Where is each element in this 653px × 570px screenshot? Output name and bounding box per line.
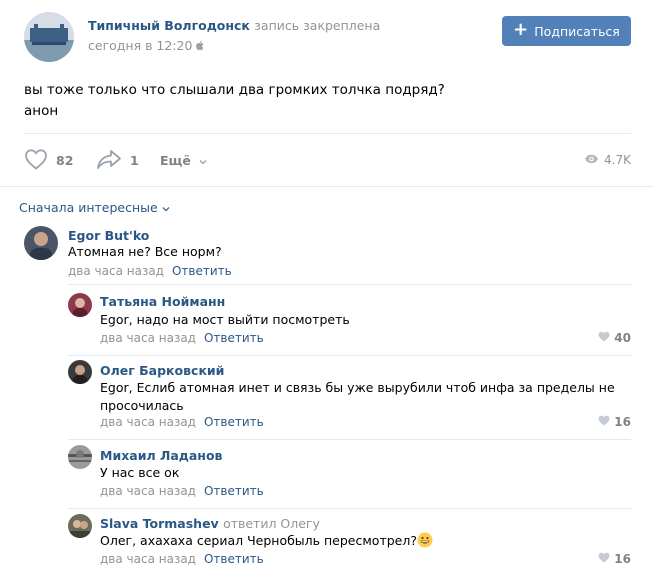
comment-meta: два часа назад Ответить xyxy=(68,264,232,278)
post-header: Типичный Волгодонск запись закреплена се… xyxy=(24,12,631,62)
comment-text-line: Egor, Еслиб атомная инет и связь бы уже … xyxy=(100,380,615,395)
like-button[interactable]: 82 xyxy=(24,147,73,173)
more-label: Ещё xyxy=(160,152,191,168)
comment-like-button[interactable]: 40 xyxy=(598,331,631,345)
sort-label: Сначала интересные xyxy=(19,200,158,215)
comment-author[interactable]: Олег Барковский xyxy=(100,363,224,378)
group-avatar[interactable] xyxy=(24,12,74,62)
post-time-text[interactable]: сегодня в 12:20 xyxy=(88,38,192,53)
eye-icon xyxy=(584,153,599,167)
comment-like-button[interactable]: 16 xyxy=(598,415,631,429)
sort-dropdown[interactable]: Сначала интересные xyxy=(19,200,170,215)
comment-author[interactable]: Михаил Ладанов xyxy=(100,448,222,463)
heart-icon xyxy=(24,148,48,173)
comment-meta: два часа назад Ответить xyxy=(100,331,264,345)
divider xyxy=(68,508,631,509)
comment-text: Олег, ахахаха сериал Чернобыль пересмотр… xyxy=(100,532,433,553)
small-heart-icon xyxy=(598,552,610,566)
comment-like-count: 16 xyxy=(614,552,631,566)
views-count: 4.7K xyxy=(604,153,631,167)
comment-time[interactable]: два часа назад xyxy=(100,552,196,566)
comment: Михаил Ладанов У нас все ок два часа наз… xyxy=(68,445,631,499)
comment-text: Атомная не? Все норм? xyxy=(68,244,222,259)
post-time[interactable]: сегодня в 12:20 xyxy=(88,38,205,54)
grinning-emoji-icon xyxy=(417,532,433,553)
share-count: 1 xyxy=(130,152,139,168)
post-text-line: вы тоже только что слышали два громких т… xyxy=(24,82,445,98)
share-icon xyxy=(96,148,122,173)
divider xyxy=(68,355,631,356)
comment-time[interactable]: два часа назад xyxy=(68,264,164,278)
pinned-note: запись закреплена xyxy=(254,18,381,33)
comment: Slava Tormashev ответил Олегу Олег, ахах… xyxy=(68,514,631,568)
reply-link[interactable]: Ответить xyxy=(204,552,264,566)
reply-link[interactable]: Ответить xyxy=(172,264,232,278)
comment-meta: два часа назад Ответить xyxy=(100,484,264,498)
chevron-down-icon xyxy=(162,200,170,215)
post-actions: 82 1 Ещё 4.7K xyxy=(24,147,631,173)
comment: Олег Барковский Egor, Еслиб атомная инет… xyxy=(68,360,631,434)
comment-author[interactable]: Slava Tormashev ответил Олегу xyxy=(100,516,320,531)
comment-time[interactable]: два часа назад xyxy=(100,484,196,498)
comment: Татьяна Нойманн Egor, надо на мост выйти… xyxy=(68,293,631,347)
post-text-line: анон xyxy=(24,103,59,119)
subscribe-button[interactable]: + Подписаться xyxy=(502,16,631,46)
comment: Egor But'ko Атомная не? Все норм? два ча… xyxy=(24,226,631,286)
plus-icon: + xyxy=(513,19,529,40)
reply-link[interactable]: Ответить xyxy=(204,415,264,429)
comment-time[interactable]: два часа назад xyxy=(100,415,196,429)
more-button[interactable]: Ещё xyxy=(160,147,207,173)
post-text: вы тоже только что слышали два громких т… xyxy=(24,80,624,122)
comment-meta: два часа назад Ответить xyxy=(100,415,264,429)
divider xyxy=(68,284,631,285)
group-name-text[interactable]: Типичный Волгодонск xyxy=(88,18,250,33)
apple-icon xyxy=(195,39,205,54)
reply-to[interactable]: ответил Олегу xyxy=(223,516,320,531)
comment-text: Egor, Еслиб атомная инет и связь бы уже … xyxy=(100,379,615,415)
comment-author-name[interactable]: Slava Tormashev xyxy=(100,516,219,531)
group-name[interactable]: Типичный Волгодонск запись закреплена xyxy=(88,18,380,33)
small-heart-icon xyxy=(598,415,610,429)
comment-author[interactable]: Egor But'ko xyxy=(68,228,149,243)
views-counter: 4.7K xyxy=(584,147,631,173)
chevron-down-icon xyxy=(199,153,207,168)
comments-divider xyxy=(0,186,653,187)
comment-like-count: 16 xyxy=(614,415,631,429)
comment-like-count: 40 xyxy=(614,331,631,345)
comment-text-body: Олег, ахахаха сериал Чернобыль пересмотр… xyxy=(100,533,417,548)
avatar[interactable] xyxy=(68,445,92,469)
share-button[interactable]: 1 xyxy=(96,147,139,173)
divider xyxy=(24,133,631,134)
comment-time[interactable]: два часа назад xyxy=(100,331,196,345)
comment-like-button[interactable]: 16 xyxy=(598,552,631,566)
subscribe-label: Подписаться xyxy=(534,23,620,39)
like-count: 82 xyxy=(56,152,74,168)
avatar[interactable] xyxy=(24,226,58,260)
avatar[interactable] xyxy=(68,514,92,538)
comment-text: У нас все ок xyxy=(100,465,180,480)
divider xyxy=(68,439,631,440)
small-heart-icon xyxy=(598,331,610,345)
avatar[interactable] xyxy=(68,293,92,317)
reply-link[interactable]: Ответить xyxy=(204,484,264,498)
comment-author[interactable]: Татьяна Нойманн xyxy=(100,294,225,309)
comment-text: Egor, надо на мост выйти посмотреть xyxy=(100,312,350,327)
comment-meta: два часа назад Ответить xyxy=(100,552,264,566)
reply-link[interactable]: Ответить xyxy=(204,331,264,345)
avatar[interactable] xyxy=(68,360,92,384)
comment-text-line: просочилась xyxy=(100,398,184,413)
